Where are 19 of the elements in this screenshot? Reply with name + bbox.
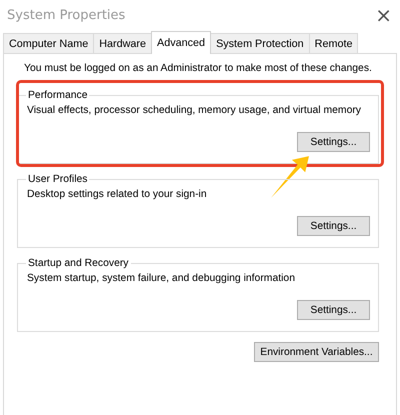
group-title: Startup and Recovery — [27, 258, 130, 269]
environment-variables-button[interactable]: Environment Variables... — [254, 342, 379, 362]
group-description: Visual effects, processor scheduling, memory usage, and virtual memory — [27, 105, 362, 116]
group-title: Performance — [27, 90, 88, 101]
tab[interactable]: Remote — [308, 33, 358, 53]
tab[interactable]: System Protection — [210, 33, 310, 53]
close-button[interactable]: × — [371, 3, 396, 27]
settings-button[interactable]: Settings... — [297, 300, 370, 320]
tab[interactable]: Hardware — [93, 33, 152, 53]
group-description: Desktop settings related to your sign-in — [27, 189, 208, 200]
group-description: System startup, system failure, and debugging information — [27, 273, 296, 284]
tab[interactable]: Computer Name — [3, 33, 94, 53]
notice-text: You must be logged on as an Administrator to make most of these changes. — [24, 63, 373, 74]
group-title: User Profiles — [27, 174, 88, 185]
settings-button[interactable]: Settings... — [297, 216, 370, 236]
settings-button[interactable]: Settings... — [297, 132, 370, 152]
pointer-arrow — [271, 156, 309, 198]
window-title: System Properties — [7, 8, 126, 22]
tab[interactable]: Advanced — [151, 31, 212, 54]
